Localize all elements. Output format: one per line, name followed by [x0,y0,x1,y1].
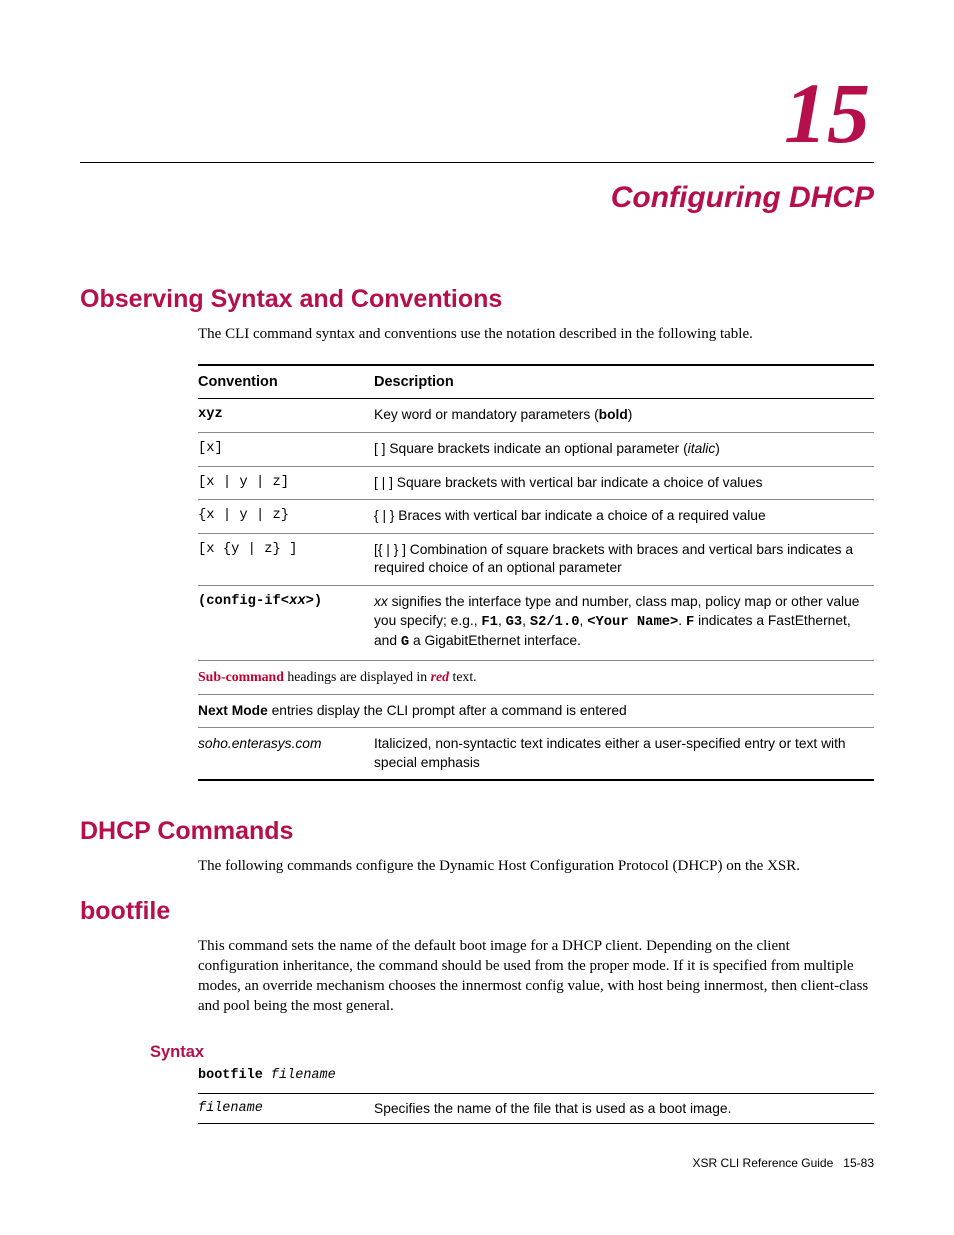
code-text: S2/1.0 [530,615,580,630]
syntax-keyword: bootfile [198,1068,263,1083]
chapter-rule [80,162,874,163]
italic-text: xx [289,594,306,609]
code-text: [x | y | z] [198,475,289,490]
italic-text: soho.enterasys.com [198,736,321,751]
text: ) [715,441,720,456]
code-text: F [686,615,694,630]
conv-cell: [x] [198,432,374,466]
text: entries display the CLI prompt after a c… [268,703,627,718]
note-subcommand: Sub-command headings are displayed in re… [198,660,874,694]
th-convention: Convention [198,365,374,399]
text: a GigabitEthernet interface. [409,633,581,648]
code-text: F1 [481,615,498,630]
th-description: Description [374,365,874,399]
red-bold-text: Sub-command [198,669,284,684]
bold-text: bold [599,407,628,422]
syntax-command: bootfile filename [198,1068,874,1083]
text: headings are displayed in [284,669,431,684]
syntax-variable: filename [271,1068,336,1083]
text: Key word or mandatory parameters ( [374,407,599,422]
conv-cell: (config-if<xx>) [198,586,374,661]
code-text: <Your Name> [587,615,678,630]
text: ) [628,407,633,422]
table-row: (config-if<xx>) xx signifies the interfa… [198,586,874,661]
code-text: (config-if< [198,594,289,609]
text: [ ] Square brackets indicate an optional… [374,441,688,456]
desc-cell: [ ] Square brackets indicate an optional… [374,432,874,466]
heading-dhcp-commands: DHCP Commands [80,817,874,846]
bold-text: Next Mode [198,703,268,718]
text: , [498,613,506,628]
text: . [678,613,686,628]
table-row: [x] [ ] Square brackets indicate an opti… [198,432,874,466]
table-row: {x | y | z} { | } Braces with vertical b… [198,500,874,534]
table-row: Next Mode entries display the CLI prompt… [198,694,874,728]
italic-text: xx [374,594,388,609]
intro-dhcp-commands: The following commands configure the Dyn… [198,856,874,876]
heading-bootfile: bootfile [80,897,874,926]
conventions-table: Convention Description xyz Key word or m… [198,364,874,781]
heading-syntax: Syntax [150,1043,874,1062]
conv-cell: soho.enterasys.com [198,728,374,781]
table-row: filename Specifies the name of the file … [198,1093,874,1123]
text: , [522,613,530,628]
desc-cell: Key word or mandatory parameters (bold) [374,399,874,433]
table-header-row: Convention Description [198,365,874,399]
desc-cell: [ | ] Square brackets with vertical bar … [374,466,874,500]
code-text: >) [306,594,323,609]
chapter-number: 15 [80,70,874,156]
note-next-mode: Next Mode entries display the CLI prompt… [198,694,874,728]
table-row: [x {y | z} ] [{ | } ] Combination of squ… [198,533,874,585]
param-name: filename [198,1093,374,1123]
code-text: {x | y | z} [198,508,289,523]
table-row: [x | y | z] [ | ] Square brackets with v… [198,466,874,500]
heading-observing-syntax: Observing Syntax and Conventions [80,285,874,314]
intro-observing-syntax: The CLI command syntax and conventions u… [198,324,874,344]
conv-cell: [x | y | z] [198,466,374,500]
page-footer: XSR CLI Reference Guide 15-83 [80,1156,874,1170]
footer-page-number: 15-83 [843,1156,874,1170]
conv-cell: xyz [198,399,374,433]
conv-cell: [x {y | z} ] [198,533,374,585]
table-row: soho.enterasys.com Italicized, non-synta… [198,728,874,781]
code-text: G3 [506,615,523,630]
table-row: xyz Key word or mandatory parameters (bo… [198,399,874,433]
chapter-title: Configuring DHCP [80,181,874,215]
code-text: [x {y | z} ] [198,542,297,557]
intro-bootfile: This command sets the name of the defaul… [198,936,874,1017]
table-row: Sub-command headings are displayed in re… [198,660,874,694]
desc-cell: [{ | } ] Combination of square brackets … [374,533,874,585]
code-text: G [401,635,409,650]
italic-text: italic [688,441,716,456]
red-italic-text: red [431,669,449,684]
code-text: [x] [198,441,223,456]
text: text. [449,669,477,684]
conv-cell: {x | y | z} [198,500,374,534]
desc-cell: xx signifies the interface type and numb… [374,586,874,661]
desc-cell: { | } Braces with vertical bar indicate … [374,500,874,534]
param-desc: Specifies the name of the file that is u… [374,1093,874,1123]
desc-cell: Italicized, non-syntactic text indicates… [374,728,874,781]
syntax-table: filename Specifies the name of the file … [198,1093,874,1124]
footer-doc-title: XSR CLI Reference Guide [693,1156,834,1170]
